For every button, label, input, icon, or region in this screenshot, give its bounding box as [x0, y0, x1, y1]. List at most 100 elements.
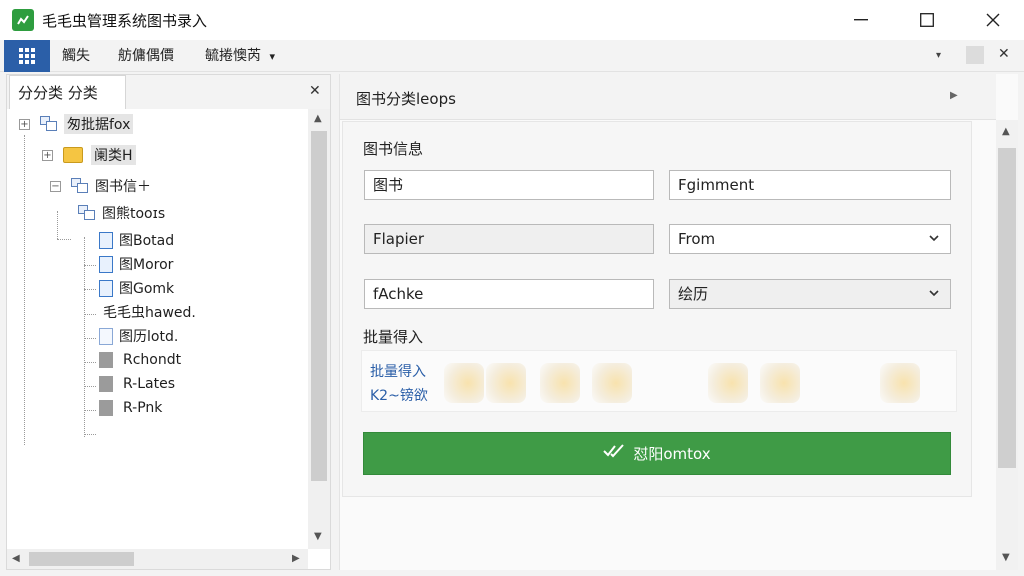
scroll-down-icon[interactable]: ▼	[1002, 552, 1010, 563]
menu-item-3[interactable]: 毓捲懊芮 ▾	[205, 40, 275, 72]
expand-right-icon[interactable]: ▶	[950, 90, 958, 101]
book-entry-panel: 图书分类leops ▶ 图书信息 图书 Fgimment Flapier Fro…	[339, 74, 1018, 570]
menu-item-2[interactable]: 舫傭偶價	[118, 40, 174, 72]
file-gray-icon	[99, 400, 113, 416]
tab-category[interactable]: 分分类 分类	[9, 75, 126, 109]
scroll-up-icon[interactable]: ▲	[1002, 126, 1010, 137]
tree-leaf[interactable]: 图Moror	[99, 253, 173, 275]
form-vertical-scrollbar[interactable]: ▲ ▼	[996, 120, 1018, 570]
scroll-right-icon[interactable]: ▶	[292, 553, 300, 564]
document-icon	[99, 231, 113, 249]
scroll-left-icon[interactable]: ◀	[12, 553, 20, 564]
tree-node[interactable]: − 图书信＋	[50, 175, 151, 197]
expand-icon[interactable]: +	[42, 149, 53, 161]
batch-import-link[interactable]: 批量得入	[370, 361, 426, 381]
submit-button[interactable]: 怼阳omtox	[363, 432, 951, 475]
tree-leaf[interactable]: 毛毛虫hawed.	[103, 301, 196, 323]
double-check-icon	[603, 443, 625, 464]
tree-node-label: 匆批据fox	[64, 114, 134, 134]
menu-item-3-label: 毓捲懊芮	[205, 48, 261, 64]
tree-node-label: 毛毛虫hawed.	[103, 305, 196, 321]
file-gray-icon	[99, 352, 113, 368]
category-tree: + 匆批据fox + 阑类H − 图书信＋ 图熊tooɪs 图Botad 图Mo…	[7, 109, 307, 549]
tree-leaf[interactable]: Rchondt	[99, 349, 181, 371]
scroll-thumb[interactable]	[311, 131, 327, 481]
tree-node[interactable]: + 阑类H	[42, 144, 136, 166]
document-icon	[99, 255, 113, 273]
tree-leaf[interactable]: 图历lotd.	[99, 325, 178, 347]
menu-bar: 觸失 舫傭偶價 毓捲懊芮 ▾ ▾ ✕	[0, 40, 1024, 72]
tree-node-label: 图Gomk	[119, 281, 175, 297]
decorative-blob	[880, 363, 920, 403]
tree-node-label: R-Lates	[123, 376, 175, 392]
decorative-blob	[708, 363, 748, 403]
node-icon	[78, 205, 96, 221]
batch-template-link[interactable]: K2~镑欲	[370, 385, 428, 405]
maximize-button[interactable]	[896, 0, 958, 40]
folder-icon	[63, 147, 83, 163]
document-icon	[99, 279, 113, 297]
tree-node-label: Rchondt	[123, 352, 182, 368]
decorative-blob	[592, 363, 632, 403]
decorative-blob	[760, 363, 800, 403]
file-gray-icon	[99, 376, 113, 392]
chapter-field[interactable]: Flapier	[364, 224, 654, 254]
menu-close-icon[interactable]: ✕	[998, 46, 1010, 62]
document-icon	[99, 327, 113, 345]
tree-vertical-scrollbar[interactable]: ▲ ▼	[308, 109, 330, 549]
menu-item-1[interactable]: 觸失	[62, 40, 90, 72]
tree-leaf[interactable]: 图Gomk	[99, 277, 174, 299]
tree-node[interactable]: 图熊tooɪs	[78, 202, 165, 224]
section-title-batch-import: 批量得入	[363, 328, 424, 346]
tree-leaf[interactable]: 图Botad	[99, 229, 174, 251]
window-title: 毛毛虫管理系统图书录入	[42, 11, 208, 30]
close-icon[interactable]: ✕	[309, 83, 321, 99]
panel-toggle-button[interactable]	[966, 46, 984, 64]
decorative-blob	[444, 363, 484, 403]
status-select[interactable]: 绘历	[669, 279, 951, 309]
tree-node[interactable]: + 匆批据fox	[19, 113, 134, 135]
tree-node-label: 图熊tooɪs	[102, 206, 166, 222]
tree-node-label: 阑类H	[91, 145, 136, 165]
app-grid-icon[interactable]	[4, 40, 50, 72]
tree-node-label: 图Botad	[119, 233, 175, 249]
source-select[interactable]: From	[669, 224, 951, 254]
right-panel-header: 图书分类leops ▶	[340, 74, 996, 120]
node-icon	[40, 116, 58, 132]
section-title-book-info: 图书信息	[363, 140, 424, 158]
left-panel-header: 分分类 分类 ✕	[7, 75, 330, 109]
title-input[interactable]: 图书	[364, 170, 654, 200]
decorative-blob	[540, 363, 580, 403]
scroll-thumb[interactable]	[998, 148, 1016, 468]
minimize-button[interactable]	[830, 0, 892, 40]
decorative-blob	[486, 363, 526, 403]
source-select-value: From	[678, 230, 716, 248]
tree-horizontal-scrollbar[interactable]: ◀ ▶	[7, 549, 308, 569]
scroll-down-icon[interactable]: ▼	[314, 531, 322, 542]
author-input[interactable]: Fgimment	[669, 170, 951, 200]
tree-leaf[interactable]: R-Pnk	[99, 397, 162, 419]
submit-button-label: 怼阳omtox	[633, 445, 711, 463]
app-logo-icon	[12, 9, 34, 31]
scroll-thumb[interactable]	[29, 552, 134, 566]
chevron-down-icon	[928, 225, 940, 263]
tree-node-label: 图书信＋	[95, 179, 151, 195]
panel-title: 图书分类leops	[356, 90, 456, 108]
category-tree-panel: 分分类 分类 ✕ + 匆批据fox + 阑类H − 图书信＋ 图熊tooɪs 图…	[6, 74, 331, 570]
tree-node-label: 图Moror	[119, 257, 174, 273]
collapse-icon[interactable]: −	[50, 180, 61, 192]
status-select-value: 绘历	[678, 285, 709, 303]
tree-node-label: 图历lotd.	[119, 329, 179, 345]
node-icon	[71, 178, 89, 194]
tree-node-label: R-Pnk	[123, 400, 163, 416]
fachke-input[interactable]: fAchke	[364, 279, 654, 309]
close-button[interactable]	[962, 0, 1024, 40]
chevron-down-icon: ▾	[269, 50, 275, 63]
options-dropdown-icon[interactable]: ▾	[936, 50, 941, 61]
batch-import-area: 批量得入 K2~镑欲	[361, 350, 957, 412]
chevron-down-icon	[928, 280, 940, 318]
scroll-up-icon[interactable]: ▲	[314, 113, 322, 124]
tree-leaf[interactable]: R-Lates	[99, 373, 175, 395]
title-bar: 毛毛虫管理系统图书录入	[0, 0, 1024, 40]
expand-icon[interactable]: +	[19, 118, 30, 130]
